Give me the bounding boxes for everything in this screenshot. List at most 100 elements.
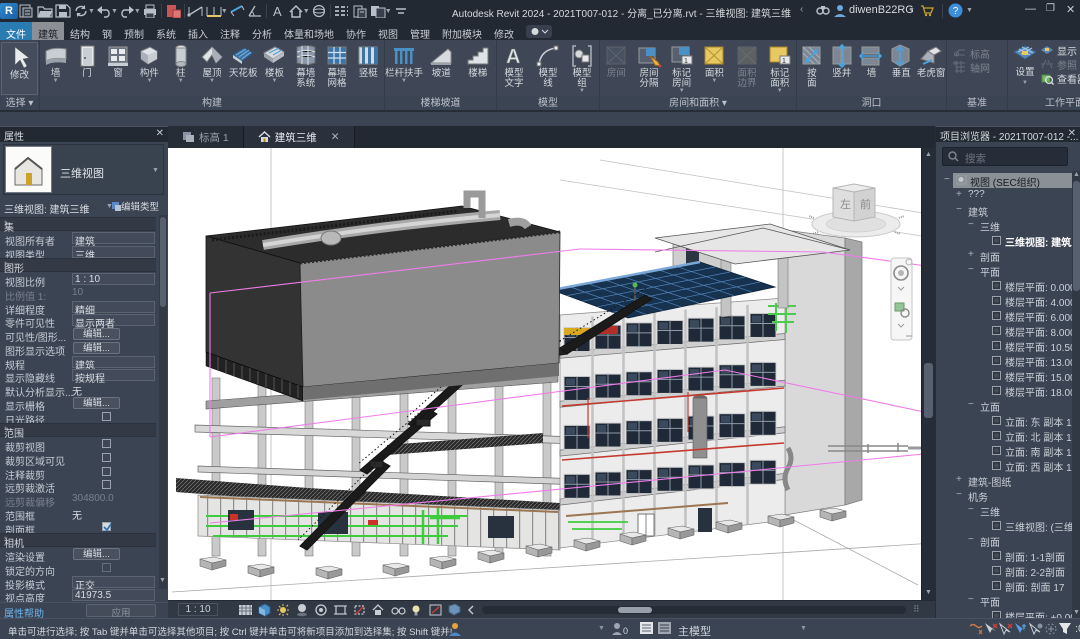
revit-logo-icon[interactable]: R [0, 2, 18, 20]
tree-item-立面: 北 副本 1[interactable]: 立面: 北 副本 1 [936, 428, 1072, 443]
ribbon-button-竖梃[interactable]: 竖梃 [353, 41, 384, 96]
section-icon[interactable] [228, 2, 246, 20]
search-collapse-icon[interactable]: ‹ [800, 4, 803, 15]
tree-item-平面[interactable]: −平面 [936, 593, 1072, 608]
ribbon-tab-建筑[interactable]: 建筑 [32, 22, 64, 40]
project-browser-header[interactable]: 项目浏览器 - 2021T007-012 -...✕ [936, 127, 1080, 142]
select-pinned-icon[interactable] [1013, 622, 1029, 639]
ribbon-tab-体量和场地[interactable]: 体量和场地 [278, 22, 340, 40]
properties-header[interactable]: 属性✕ [0, 127, 168, 142]
view-tab-建筑三维[interactable]: 建筑三维✕ [244, 126, 355, 148]
edit-type-button[interactable]: 编辑类型 [112, 199, 168, 213]
workset-dropdown-icon[interactable]: ▼ [800, 625, 807, 632]
tree-item-楼层平面: 15.000[interactable]: 楼层平面: 15.000 [936, 368, 1072, 383]
properties-section-图形[interactable]: 图形* [0, 258, 156, 272]
ribbon-tab-管理[interactable]: 管理 [404, 22, 436, 40]
ribbon-button-窗[interactable]: 窗 [103, 41, 134, 96]
apply-button[interactable]: 应用 [86, 604, 156, 617]
ribbon-button-房间分隔[interactable]: 房间分隔 [633, 41, 666, 96]
tree-item-立面: 西 副本 1[interactable]: 立面: 西 副本 1 [936, 458, 1072, 473]
properties-scrollbar[interactable]: ▼ [159, 215, 167, 589]
properties-section-范围[interactable]: 范围* [0, 423, 156, 437]
binoculars-icon[interactable] [816, 4, 830, 22]
ribbon-button-幕墙系统[interactable]: 幕墙系统 [290, 41, 321, 96]
view-tab-close-icon[interactable]: ✕ [331, 131, 340, 143]
ribbon-button-标记房间[interactable]: 1标记房间▼ [665, 41, 698, 96]
ribbon-button-面积[interactable]: 面积▼ [698, 41, 731, 96]
close-button[interactable]: ✕ [1066, 3, 1075, 16]
filter-icon[interactable] [1058, 622, 1072, 639]
user-dropdown-icon[interactable]: ▼ [908, 7, 915, 14]
tree-item-剖面: 1-1剖面[interactable]: 剖面: 1-1剖面 [936, 548, 1072, 563]
workset-list-icon[interactable] [640, 622, 654, 638]
tree-item-剖面: 2-2剖面[interactable]: 剖面: 2-2剖面 [936, 563, 1072, 578]
ribbon-button-模型文字[interactable]: A模型文字 [497, 41, 531, 96]
tree-item-楼层平面: 18.000[interactable]: 楼层平面: 18.000 [936, 383, 1072, 398]
user-name[interactable]: diwenB22RG [849, 4, 914, 16]
sphere-icon[interactable] [310, 2, 328, 20]
ribbon-tab-修改[interactable]: 修改 [488, 22, 520, 40]
tree-item-三维[interactable]: −三维 [936, 218, 1072, 233]
tree-item-楼层平面: 4.000[interactable]: 楼层平面: 4.000 [936, 293, 1072, 308]
tree-item-楼层平面: 6.000[interactable]: 楼层平面: 6.000 [936, 308, 1072, 323]
ribbon-button-坡道[interactable]: 坡道 [423, 41, 460, 96]
ribbon-button-墙[interactable]: 墙▼ [40, 41, 71, 96]
ribbon-tab-结构[interactable]: 结构 [64, 22, 96, 40]
ribbon-display-toggle[interactable] [520, 22, 552, 40]
type-selector-dropdown-icon[interactable]: ▼ [152, 167, 159, 174]
tree-item-立面: 南 副本 1[interactable]: 立面: 南 副本 1 [936, 443, 1072, 458]
tree-item-三维视图: (三维 -[interactable]: 三维视图: (三维 - [936, 518, 1072, 533]
ribbon-tab-插入[interactable]: 插入 [182, 22, 214, 40]
type-props-icon[interactable] [333, 2, 351, 20]
ribbon-button-参照 平面[interactable]: 参照 平面 [1040, 57, 1080, 71]
resize-grip[interactable]: ⠿ [913, 604, 920, 615]
ribbon-button-显示[interactable]: 显示 [1040, 43, 1080, 57]
drag-on-selection-icon[interactable] [1043, 622, 1059, 639]
deselect-underlay-icon[interactable] [998, 622, 1014, 639]
open-folder-icon[interactable] [36, 2, 54, 20]
tree-item-视图 (SEC组织)[interactable]: −视图 (SEC组织) [936, 173, 1072, 188]
properties-section-集[interactable]: 集* [0, 217, 156, 231]
panel-label-洞口[interactable]: 洞口 [797, 94, 946, 109]
workset-selector[interactable]: 主模型 [678, 623, 711, 639]
print-icon[interactable] [141, 2, 159, 20]
info-doc-icon[interactable] [18, 2, 36, 20]
tree-item-剖面[interactable]: −剖面 [936, 533, 1072, 548]
browser-scrollbar[interactable]: ▲ ▼ [1072, 171, 1080, 619]
ribbon-button-房间[interactable]: 房间 [600, 41, 633, 96]
tree-item-建筑-图纸[interactable]: +建筑-图纸 [936, 473, 1072, 488]
ribbon-button-构件[interactable]: 构件▼ [134, 41, 165, 96]
tree-item-楼层平面: 8.000[interactable]: 楼层平面: 8.000 [936, 323, 1072, 338]
vertical-scrollbar[interactable]: ▲ ▼ [921, 148, 935, 600]
panel-label-模型[interactable]: 模型 [497, 94, 599, 109]
ribbon-button-查看器[interactable]: 查看器 [1040, 71, 1080, 85]
ribbon-tab-协作[interactable]: 协作 [340, 22, 372, 40]
ribbon-button-幕墙网格[interactable]: 幕墙网格 [321, 41, 352, 96]
view-tab-标高 1[interactable]: 标高 1 [168, 126, 244, 148]
panel-label-基准[interactable]: 基准 [947, 94, 1007, 109]
help-icon[interactable]: ? [948, 3, 963, 23]
close-doc-icon[interactable] [164, 2, 182, 20]
ribbon-button-门[interactable]: 门 [71, 41, 102, 96]
instance-selector[interactable]: 三维视图: 建筑三维 [4, 201, 90, 216]
ribbon-button-竖井[interactable]: 竖井 [827, 41, 857, 96]
tree-item-立面: 东 副本 1[interactable]: 立面: 东 副本 1 [936, 413, 1072, 428]
status-collapse-icon[interactable]: ▼ [598, 625, 605, 632]
cart-icon[interactable] [920, 4, 934, 22]
tree-item-立面[interactable]: −立面 [936, 398, 1072, 413]
tree-item-剖面[interactable]: +剖面 [936, 248, 1072, 263]
ribbon-button-标高[interactable]: 标高 [953, 46, 1003, 60]
ribbon-button-模型线[interactable]: 模型线 [531, 41, 565, 96]
ribbon-tab-视图[interactable]: 视图 [372, 22, 404, 40]
ribbon-button-屋顶[interactable]: 屋顶▼ [196, 41, 227, 96]
ribbon-button-垂直[interactable]: 垂直 [886, 41, 916, 96]
ribbon-button-面积边界[interactable]: 面积边界 [731, 41, 764, 96]
paste-icon[interactable] [351, 2, 369, 20]
ribbon-button-模型组[interactable]: 模型组▼ [565, 41, 599, 96]
properties-close-icon[interactable]: ✕ [156, 128, 164, 139]
restore-button[interactable]: ❐ [1046, 3, 1055, 14]
tree-item-建筑[interactable]: −建筑 [936, 203, 1072, 218]
ribbon-button-墙[interactable]: 墙 [857, 41, 887, 96]
tree-item-楼层平面: 0.000[interactable]: 楼层平面: 0.000 [936, 278, 1072, 293]
design-options-icon[interactable] [658, 622, 672, 638]
